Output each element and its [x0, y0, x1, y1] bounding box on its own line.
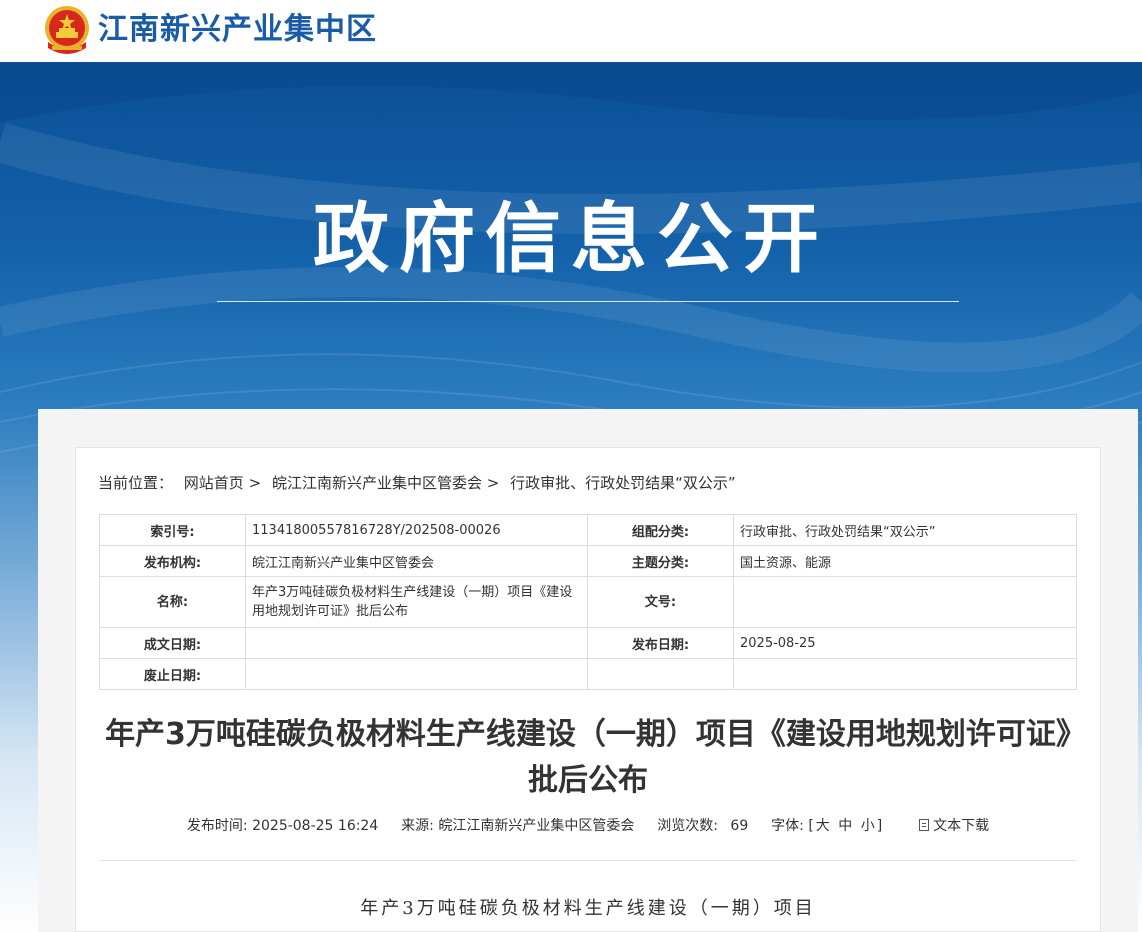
table-row: 废止日期: — [99, 658, 1077, 690]
article-info-line: 发布时间: 2025-08-25 16:24 来源: 皖江江南新兴产业集中区管委… — [99, 816, 1077, 836]
national-emblem-icon — [45, 6, 89, 54]
empty-cell — [587, 658, 734, 690]
content-divider — [99, 860, 1077, 861]
hero-divider — [217, 301, 959, 302]
article-title: 年产3万吨硅碳负极材料生产线建设（一期）项目《建设用地规划许可证》批后公布 — [105, 717, 1071, 798]
breadcrumb-prefix: 当前位置： — [98, 474, 174, 492]
category-value: 行政审批、行政处罚结果“双公示” — [733, 514, 1077, 546]
publish-time-value: 2025-08-25 16:24 — [252, 818, 379, 834]
publisher-value: 皖江江南新兴产业集中区管委会 — [245, 545, 588, 577]
article-body-first-line: 年产3万吨硅碳负极材料生产线建设（一期）项目 — [360, 898, 816, 919]
text-download-label: 文本下载 — [933, 818, 990, 834]
table-row: 索引号: 11341800557816728Y/202508-00026 组配分… — [99, 514, 1077, 546]
expired-date-label: 废止日期: — [99, 658, 246, 690]
font-large-link[interactable]: 大 — [816, 818, 830, 834]
text-download-button[interactable]: 文本下载 — [919, 818, 989, 834]
font-bracket-open: [ — [808, 818, 814, 834]
name-value: 年产3万吨硅碳负极材料生产线建设（一期）项目《建设用地规划许可证》批后公布 — [245, 576, 588, 628]
table-row: 成文日期: 发布日期: 2025-08-25 — [99, 627, 1077, 659]
breadcrumb-separator: > — [486, 474, 500, 492]
hero-title: 政府信息公开 — [313, 194, 829, 283]
font-bracket-close: ] — [876, 818, 883, 834]
name-label: 名称: — [99, 576, 246, 628]
category-label: 组配分类: — [587, 514, 734, 546]
expired-date-value — [245, 658, 588, 690]
source-label: 来源: — [401, 818, 434, 834]
table-row: 发布机构: 皖江江南新兴产业集中区管委会 主题分类: 国土资源、能源 — [99, 545, 1077, 577]
font-size-control: 字体: [大 中 小] — [771, 818, 886, 834]
site-title[interactable]: 江南新兴产业集中区 — [98, 12, 377, 48]
empty-cell — [733, 658, 1077, 690]
breadcrumb-category-link[interactable]: 行政审批、行政处罚结果“双公示” — [510, 474, 736, 492]
font-medium-link[interactable]: 中 — [838, 818, 852, 834]
publish-time-label: 发布时间: — [186, 818, 248, 834]
topic-value: 国土资源、能源 — [733, 545, 1077, 577]
views-value: 69 — [730, 818, 749, 834]
topic-label: 主题分类: — [587, 545, 734, 577]
index-label: 索引号: — [99, 514, 246, 546]
index-value: 11341800557816728Y/202508-00026 — [245, 514, 588, 546]
published-date-value: 2025-08-25 — [733, 627, 1077, 659]
docno-label: 文号: — [587, 576, 734, 628]
docno-value — [733, 576, 1077, 628]
top-header: 江南新兴产业集中区 — [0, 0, 1142, 62]
created-date-value — [245, 627, 588, 659]
publisher-label: 发布机构: — [99, 545, 246, 577]
views-label: 浏览次数: — [657, 818, 718, 834]
breadcrumb-home-link[interactable]: 网站首页 — [184, 474, 244, 492]
created-date-label: 成文日期: — [99, 627, 246, 659]
breadcrumb: 当前位置： 网站首页 > 皖江江南新兴产业集中区管委会 > 行政审批、行政处罚结… — [98, 472, 736, 494]
metadata-table: 索引号: 11341800557816728Y/202508-00026 组配分… — [99, 514, 1077, 690]
document-icon — [919, 819, 930, 831]
table-row: 名称: 年产3万吨硅碳负极材料生产线建设（一期）项目《建设用地规划许可证》批后公… — [99, 576, 1077, 628]
breadcrumb-separator: > — [248, 474, 262, 492]
published-date-label: 发布日期: — [587, 627, 734, 659]
source-value: 皖江江南新兴产业集中区管委会 — [438, 818, 635, 834]
breadcrumb-committee-link[interactable]: 皖江江南新兴产业集中区管委会 — [272, 474, 482, 492]
font-small-link[interactable]: 小 — [861, 818, 875, 834]
font-size-label: 字体: — [771, 818, 804, 834]
